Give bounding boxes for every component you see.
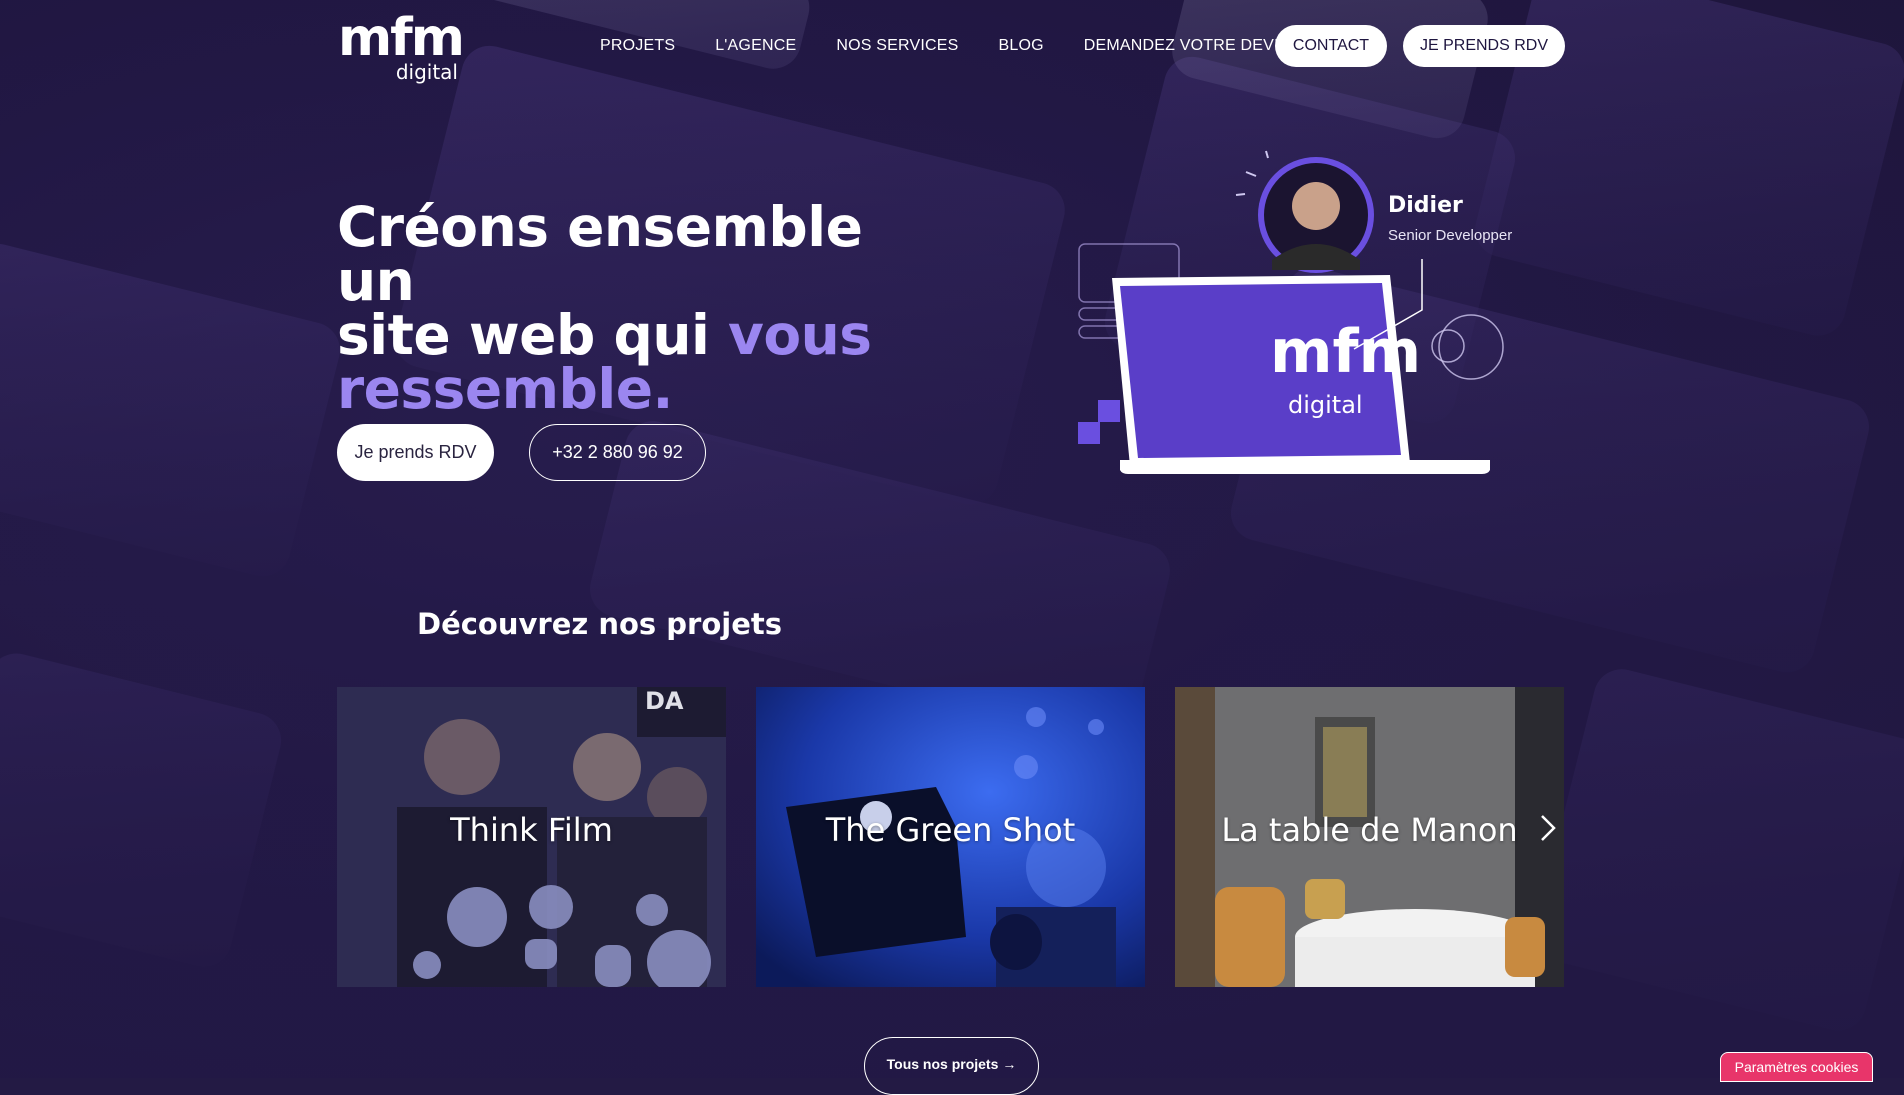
laptop-illustration: mfm digital — [1078, 150, 1504, 474]
svg-text:DA: DA — [645, 687, 684, 715]
project-card-green-shot[interactable]: The Green Shot — [756, 687, 1145, 987]
screen-logo-text: mfm — [1270, 317, 1421, 387]
header-rdv-button[interactable]: JE PRENDS RDV — [1403, 25, 1565, 67]
project-label-think-film: Think Film — [450, 811, 613, 849]
hero-title: Créons ensemble un site web qui vous res… — [337, 195, 897, 421]
all-projects-label: Tous nos projets — [886, 1056, 999, 1072]
hero-title-line3: ressemble. — [337, 357, 673, 421]
screen-logo-subtext: digital — [1288, 391, 1363, 419]
hero-title-line2: site web qui vous — [337, 308, 897, 363]
logo-text: mfm — [338, 8, 465, 68]
site-logo[interactable]: mfm digital — [338, 8, 465, 84]
profile-role: Senior Developper — [1388, 227, 1513, 244]
project-label-green-shot: The Green Shot — [825, 811, 1076, 849]
contact-button[interactable]: CONTACT — [1275, 25, 1387, 67]
phone-button[interactable]: +32 2 880 96 92 — [529, 424, 706, 481]
main-nav: PROJETS L'AGENCE NOS SERVICES BLOG DEMAN… — [600, 24, 1330, 68]
chevron-right-icon[interactable] — [1536, 812, 1560, 844]
nav-blog[interactable]: BLOG — [998, 37, 1043, 55]
profile-name: Didier — [1388, 193, 1463, 218]
hero-title-accent-1: vous — [728, 303, 872, 367]
project-card-table-manon[interactable]: La table de Manon — [1175, 687, 1564, 987]
all-projects-button[interactable]: Tous nos projets → — [864, 1037, 1039, 1095]
nav-projets[interactable]: PROJETS — [600, 37, 675, 55]
logo-subtext: digital — [395, 60, 458, 84]
project-label-table-manon: La table de Manon — [1221, 811, 1518, 849]
projects-title: Découvrez nos projets — [417, 607, 782, 641]
hero-rdv-button[interactable]: Je prends RDV — [337, 424, 494, 481]
project-card-think-film[interactable]: DA Think Film — [337, 687, 726, 987]
hero-title-line1: Créons ensemble un — [337, 195, 863, 313]
arrow-right-icon: → — [1002, 1056, 1017, 1072]
nav-agence[interactable]: L'AGENCE — [715, 37, 796, 55]
nav-services[interactable]: NOS SERVICES — [836, 37, 958, 55]
nav-devis[interactable]: DEMANDEZ VOTRE DEVIS — [1084, 37, 1290, 55]
